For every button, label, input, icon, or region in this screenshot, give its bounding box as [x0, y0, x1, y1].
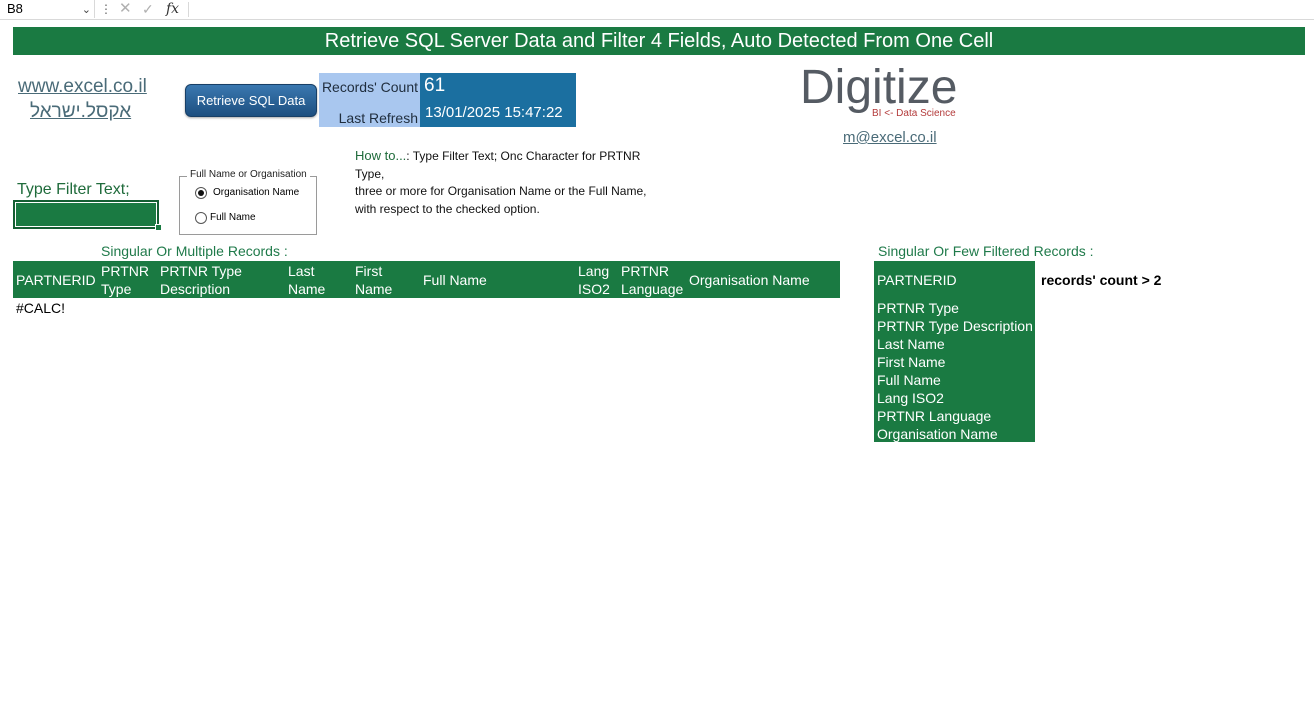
status-values: 61 13/01/2025 15:47:22 — [420, 73, 576, 127]
page-title: Retrieve SQL Server Data and Filter 4 Fi… — [13, 27, 1305, 55]
right-section-title: Singular Or Few Filtered Records : — [878, 243, 1094, 259]
last-refresh-label: Last Refresh — [338, 110, 418, 126]
howto-prefix: How to... — [355, 148, 407, 163]
records-count-value: 61 — [424, 75, 446, 96]
option-group-legend: Full Name or Organisation — [187, 169, 310, 180]
radio-organisation-name[interactable] — [195, 187, 207, 199]
filter-label: Type Filter Text; — [17, 181, 130, 198]
chevron-down-icon[interactable]: ⌄ — [82, 1, 91, 19]
cell-reference: B8 — [7, 1, 23, 16]
radio-full-name-label[interactable]: Full Name — [210, 212, 256, 223]
radio-selected-dot — [198, 190, 204, 196]
field-prtnr-language: PRTNR Language — [877, 408, 992, 424]
calc-error-cell[interactable]: #CALC! — [16, 300, 65, 316]
howto-text: How to...: Type Filter Text; Onc Charact… — [355, 147, 665, 218]
formula-bar: B8 ⌄ ⋮ ✕ ✓ fx — [0, 0, 1314, 20]
digitize-logo: Digitize — [800, 61, 958, 114]
insert-function-icon[interactable]: fx — [166, 0, 179, 18]
records-table-header: PARTNERID PRTNR Type PRTNR Type Descript… — [13, 261, 840, 298]
retrieve-sql-data-button[interactable]: Retrieve SQL Data — [185, 84, 317, 117]
header-prtnr-type: PRTNR Type — [101, 263, 149, 297]
logo-tagline: BI <- Data Science — [872, 108, 956, 119]
filter-input[interactable] — [13, 200, 159, 229]
fill-handle[interactable] — [155, 224, 162, 231]
field-prtnr-type: PRTNR Type — [877, 300, 959, 316]
field-lang-iso2: Lang ISO2 — [877, 390, 944, 406]
field-organisation-name: Organisation Name — [877, 426, 998, 442]
header-lang-iso2: Lang ISO2 — [578, 263, 610, 297]
records-count-note: records' count > 2 — [1041, 272, 1162, 288]
field-last-name: Last Name — [877, 336, 945, 352]
website-hebrew-link[interactable]: אקסל.ישראל — [30, 101, 131, 123]
field-full-name: Full Name — [877, 372, 941, 388]
option-group-box — [179, 176, 317, 235]
field-first-name: First Name — [877, 354, 946, 370]
more-options-icon[interactable]: ⋮ — [98, 0, 114, 18]
radio-full-name[interactable] — [195, 212, 207, 224]
header-partnerid: PARTNERID — [16, 272, 96, 288]
formula-bar-divider — [188, 2, 189, 17]
records-count-label: Records' Count — [321, 79, 418, 95]
header-organisation-name: Organisation Name — [689, 272, 810, 288]
field-partnerid: PARTNERID — [877, 272, 957, 288]
email-link[interactable]: m@excel.co.il — [843, 129, 937, 146]
header-prtnr-language: PRTNR Language — [621, 263, 684, 297]
header-full-name: Full Name — [423, 272, 487, 288]
name-box[interactable]: B8 ⌄ — [0, 0, 95, 18]
header-last-name: Last Name — [288, 263, 326, 297]
website-link[interactable]: www.excel.co.il — [18, 76, 147, 98]
field-prtnr-type-description: PRTNR Type Description — [877, 318, 1033, 334]
left-section-title: Singular Or Multiple Records : — [101, 243, 288, 259]
field-list: PRTNR Type PRTNR Type Description Last N… — [877, 299, 1033, 443]
enter-icon[interactable]: ✓ — [142, 0, 154, 18]
last-refresh-value: 13/01/2025 15:47:22 — [425, 104, 563, 121]
header-prtnr-type-description: PRTNR Type Description — [160, 263, 242, 297]
radio-organisation-label[interactable]: Organisation Name — [213, 187, 299, 198]
cancel-icon[interactable]: ✕ — [119, 0, 132, 18]
status-labels: Records' Count Last Refresh — [319, 73, 420, 127]
header-first-name: First Name — [355, 263, 393, 297]
filtered-records-panel: PARTNERID PRTNR Type PRTNR Type Descript… — [874, 261, 1035, 442]
